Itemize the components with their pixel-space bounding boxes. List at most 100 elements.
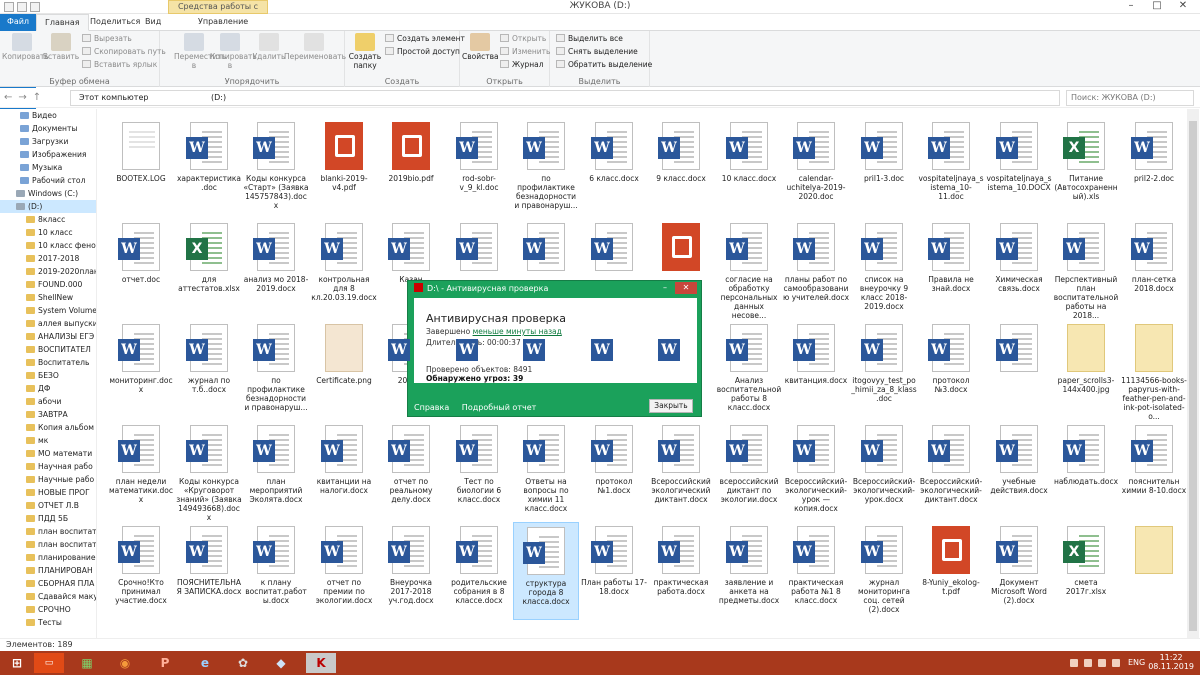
edit-button[interactable]: Изменить xyxy=(500,47,550,56)
search-input[interactable]: Поиск: ЖУКОВА (D:) xyxy=(1066,90,1194,106)
file-item[interactable]: Wзаявление и анкета на предметы.docx xyxy=(716,522,782,620)
kaspersky-taskbar-icon[interactable]: K xyxy=(306,653,336,673)
completed-link[interactable]: меньше минуты назад xyxy=(473,327,562,336)
nav-item[interactable]: Изображения xyxy=(0,148,96,161)
nav-item[interactable]: ВОСПИТАТЕЛ xyxy=(0,343,96,356)
file-item[interactable]: W Анализ воспитательной работы 8 класс.do… xyxy=(716,320,782,418)
properties-button[interactable]: Свойства xyxy=(462,31,499,61)
settings-taskbar-icon[interactable]: ✿ xyxy=(228,653,258,673)
file-item[interactable]: 2019bio.pdf xyxy=(378,118,444,216)
file-item[interactable]: Wпрактическая работа.docx xyxy=(648,522,714,620)
nav-item[interactable]: МО математи xyxy=(0,447,96,460)
file-item[interactable]: W Тест по биологии 6 класс.docx xyxy=(446,421,512,519)
nav-item[interactable]: Научная рабо xyxy=(0,460,96,473)
nav-item[interactable]: Тесты xyxy=(0,616,96,629)
file-item[interactable]: Wучебные действия.docx xyxy=(986,421,1052,519)
nav-item[interactable]: аллея выпуски xyxy=(0,317,96,330)
file-item[interactable]: 8-Yuniy_ekolog-t.pdf xyxy=(918,522,984,620)
nav-item[interactable]: БЕЗО xyxy=(0,369,96,382)
nav-item[interactable]: Загрузки xyxy=(0,135,96,148)
file-item[interactable]: Wвсероссийский диктант по экологии.docx xyxy=(716,421,782,519)
file-item[interactable]: Wсогласие на обработку персональных данн… xyxy=(716,219,782,320)
clock[interactable]: 11:22 08.11.2019 xyxy=(1148,653,1194,671)
paste-shortcut-button[interactable]: Вставить ярлык xyxy=(82,60,157,69)
file-item[interactable] xyxy=(1121,522,1187,620)
nav-item[interactable]: Документы xyxy=(0,122,96,135)
file-item[interactable]: Wмониторинг.docx xyxy=(108,320,174,418)
file-item[interactable]: W xyxy=(986,320,1052,418)
address-input[interactable]: Этот компьютер (D:) xyxy=(70,90,1060,106)
file-item[interactable]: Wrod-sobr-v_9_kl.doc xyxy=(446,118,512,216)
file-item[interactable]: W 10 класс.docx xyxy=(716,118,782,216)
nav-item[interactable]: Windows (C:) xyxy=(0,187,96,200)
nav-item[interactable]: System Volume xyxy=(0,304,96,317)
close-dialog-button[interactable]: Закрыть xyxy=(649,399,693,413)
file-item[interactable]: paper_scrolls3-144x400.jpg xyxy=(1053,320,1119,418)
file-item[interactable]: blanki-2019-v4.pdf xyxy=(311,118,377,216)
file-item[interactable]: Wнаблюдать.docx xyxy=(1053,421,1119,519)
file-item[interactable]: Xсмета 2017г.xlsx xyxy=(1053,522,1119,620)
tab-manage[interactable]: Управление xyxy=(190,14,256,31)
nav-item[interactable]: ПЛАНИРОВАН xyxy=(0,564,96,577)
file-item[interactable]: Wконтрольная для 8 кл.20.03.19.docx xyxy=(311,219,377,317)
rename-button[interactable]: Переименовать xyxy=(284,31,346,61)
file-item[interactable]: W 9 класс.docx xyxy=(648,118,714,216)
nav-item[interactable]: СБОРНАЯ ПЛА xyxy=(0,577,96,590)
file-item[interactable]: W Внеурочка 2017-2018 уч.год.docx xyxy=(378,522,444,620)
nav-item[interactable]: Видео xyxy=(0,109,96,122)
file-item[interactable]: W ПОЯСНИТЕЛЬНАЯ ЗАПИСКА.docx xyxy=(176,522,242,620)
file-item[interactable]: 11134566-books-papyrus-with-feather-pen-… xyxy=(1121,320,1187,421)
volume-icon[interactable] xyxy=(1098,659,1106,667)
nav-item[interactable]: Музыка xyxy=(0,161,96,174)
nav-item[interactable]: 2019-2020план xyxy=(0,265,96,278)
dialog-minimize-button[interactable]: – xyxy=(657,282,673,294)
file-item[interactable]: Wvospitateljnaya_sistema_10-11.doc xyxy=(918,118,984,216)
copy-to-button[interactable]: Копировать в xyxy=(210,31,257,70)
file-item[interactable]: Wпланы работ по самообразованию учителей… xyxy=(783,219,849,317)
tray-icon[interactable] xyxy=(1070,659,1078,667)
scrollbar-thumb[interactable] xyxy=(1189,121,1197,631)
easy-access-button[interactable]: Простой доступ xyxy=(385,47,460,56)
nav-item[interactable]: (D:) xyxy=(0,200,96,213)
file-item[interactable]: Wплан мероприятий Эколята.docx xyxy=(243,421,309,519)
new-item-button[interactable]: Создать элемент xyxy=(385,34,465,43)
file-item[interactable]: Wквитанция.docx xyxy=(783,320,849,418)
tray-icon[interactable] xyxy=(1084,659,1092,667)
file-item[interactable]: Wпояснительн химии 8-10.docx xyxy=(1121,421,1187,519)
move-to-button[interactable]: Переместить в xyxy=(174,31,226,70)
nav-item[interactable]: абочи xyxy=(0,395,96,408)
file-item[interactable]: W Всероссийский-экологический-урок — копи… xyxy=(783,421,849,519)
new-folder-button[interactable]: Создать папку xyxy=(347,31,383,70)
file-item[interactable]: Wотчет по реальному делу.docx xyxy=(378,421,444,519)
minimize-button[interactable]: – xyxy=(1118,0,1144,14)
breadcrumb-drive[interactable]: (D:) xyxy=(211,93,226,102)
powerpoint-taskbar-icon[interactable]: P xyxy=(150,653,180,673)
nav-item[interactable]: ShellNew xyxy=(0,291,96,304)
nav-item[interactable]: ОТЧЕТ Л.В xyxy=(0,499,96,512)
file-item[interactable]: BOOTEX.LOG xyxy=(108,118,174,216)
file-item[interactable]: Wхарактеристика.doc xyxy=(176,118,242,216)
nav-item[interactable]: 10 класс фено xyxy=(0,239,96,252)
nav-item[interactable]: ПДД 5Б xyxy=(0,512,96,525)
file-item[interactable]: Wплан недели математики.docx xyxy=(108,421,174,519)
nav-item[interactable]: мк xyxy=(0,434,96,447)
windows-start-icon[interactable]: ⊞ xyxy=(2,653,32,673)
explorer-taskbar-icon[interactable]: ▭ xyxy=(34,653,64,673)
nav-item[interactable]: Сдавайся маку xyxy=(0,590,96,603)
file-item[interactable]: W Перспективный план воспитательной работ… xyxy=(1053,219,1119,320)
file-item[interactable]: Xдля аттестатов.xlsx xyxy=(176,219,242,317)
nav-item[interactable]: 2017-2018 xyxy=(0,252,96,265)
file-item[interactable]: Wpril2-2.doc xyxy=(1121,118,1187,216)
vertical-scrollbar[interactable] xyxy=(1187,109,1199,638)
open-button[interactable]: Открыть xyxy=(500,34,546,43)
file-item[interactable]: X Питание (Автосохраненный).xls xyxy=(1053,118,1119,216)
nav-item[interactable]: 10 класс xyxy=(0,226,96,239)
file-item[interactable]: Wжурнал мониторинга соц. сетей (2).docx xyxy=(851,522,917,620)
help-link[interactable]: Справка xyxy=(414,403,449,412)
file-item[interactable]: Certificate.png xyxy=(311,320,377,418)
close-button[interactable]: ✕ xyxy=(1170,0,1196,14)
store-taskbar-icon[interactable]: ▦ xyxy=(72,653,102,673)
file-item[interactable]: W Всероссийский экологический диктант.doc… xyxy=(648,421,714,519)
file-item[interactable]: W Химическая связь.docx xyxy=(986,219,1052,317)
tab-view[interactable]: Вид xyxy=(137,14,169,31)
